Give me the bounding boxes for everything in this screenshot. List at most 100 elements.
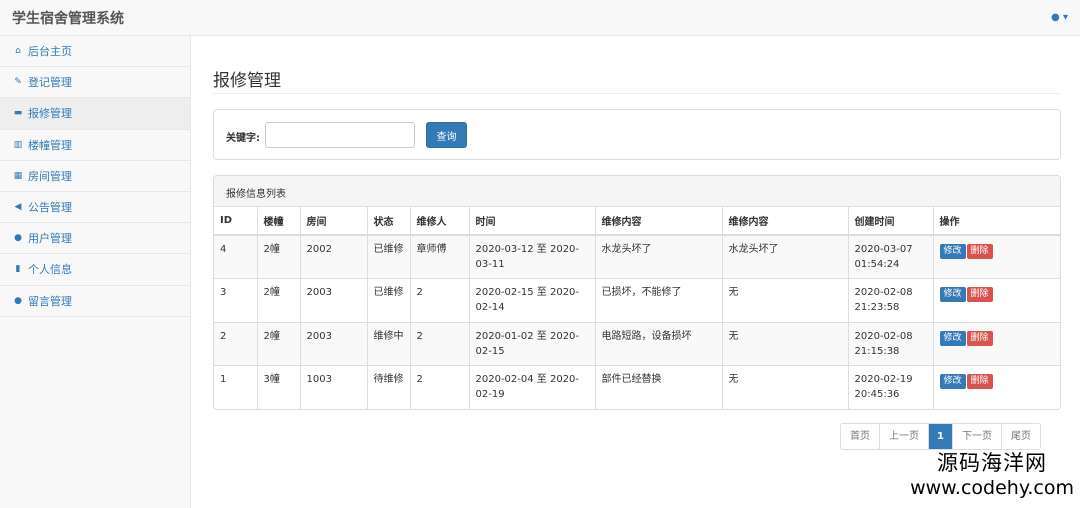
bullhorn-icon: ◀ [14,202,22,213]
cell-created: 2020-02-08 21:23:58 [848,278,934,322]
cell-room: 1003 [300,365,368,409]
cell-time: 2020-02-15 至 2020-02-14 [469,278,596,322]
prev-page-button[interactable]: 上一页 [880,424,929,449]
cell-status: 待维修 [367,365,411,409]
cell-content: 部件已经替换 [595,365,723,409]
first-page-button[interactable]: 首页 [841,424,880,449]
repair-table: ID 楼幢 房间 状态 维修人 时间 维修内容 维修内容 创建时间 操作 4 2幢 2002 已维修 章师… [214,207,1060,409]
cell-repairer: 2 [410,365,470,409]
sidebar-item[interactable]: ✎ 登记管理 [0,67,190,99]
panel-heading: 报修信息列表 [214,176,1060,207]
cell-room: 2003 [300,321,368,366]
cell-content2: 无 [722,365,849,409]
briefcase-icon: ▬ [13,108,23,119]
sidebar-item[interactable]: ⌂ 后台主页 [0,36,190,68]
sidebar-item[interactable]: ◀ 公告管理 [0,192,190,224]
delete-button[interactable]: 删除 [966,244,993,259]
query-button[interactable]: 查询 [426,122,467,148]
cell-building: 2幢 [257,234,301,279]
building-icon: ▥ [13,139,23,150]
sidebar-item-label: 公告管理 [28,201,72,215]
cell-content: 电路短路，设备损坏 [595,321,723,366]
top-navbar: 学生宿舍管理系统 ● ▾ [0,0,1080,36]
cell-content: 已损坏，不能修了 [595,278,723,322]
column-header: 维修人 [410,207,470,236]
table-row: 1 3幢 1003 待维修 2 2020-02-04 至 2020-02-19 部件已经替换… [214,365,1060,409]
table-header-row: ID 楼幢 房间 状态 维修人 时间 维修内容 维修内容 创建时间 操作 [214,207,1060,236]
cell-time: 2020-01-02 至 2020-02-15 [469,321,596,366]
cell-repairer: 章师傅 [410,234,470,279]
cell-actions: 修改 删除 [933,234,1060,279]
edit-button[interactable]: 修改 [939,244,966,259]
caret-down-icon: ▾ [1062,12,1068,23]
watermark: 源码海洋网 www.codehy.com [910,450,1074,500]
column-header: 房间 [300,207,368,236]
last-page-button[interactable]: 尾页 [1001,424,1040,449]
cell-status: 已维修 [367,234,411,279]
cell-content2: 水龙头坏了 [722,234,849,279]
edit-button[interactable]: 修改 [939,330,966,346]
cell-repairer: 2 [410,321,470,366]
cell-id: 1 [214,365,258,409]
column-header: 创建时间 [848,207,934,236]
cell-id: 3 [214,278,258,322]
watermark-en: www.codehy.com [910,477,1074,499]
pagination: 首页 上一页 1 下一页 尾页 [840,423,1041,450]
next-page-button[interactable]: 下一页 [952,424,1002,449]
edit-button[interactable]: 修改 [939,374,966,389]
comment-icon: ● [14,295,22,306]
user-icon: ● [14,233,22,244]
cell-building: 3幢 [257,365,301,409]
delete-button[interactable]: 删除 [966,374,993,389]
cell-room: 2002 [300,234,368,279]
cell-created: 2020-03-07 01:54:24 [848,234,934,279]
sidebar-item[interactable]: ▥ 楼幢管理 [0,130,190,161]
cell-time: 2020-02-04 至 2020-02-19 [469,365,596,409]
pencil-icon: ✎ [14,77,22,88]
table-row: 4 2幢 2002 已维修 章师傅 2020-03-12 至 2020-03-11 水龙头坏… [214,234,1060,279]
sidebar-item[interactable]: ▦ 房间管理 [0,161,190,192]
cell-content2: 无 [722,278,849,322]
home-icon: ⌂ [15,46,21,57]
app-title[interactable]: 学生宿舍管理系统 [12,8,124,28]
sidebar-item[interactable]: ● 留言管理 [0,286,190,317]
keyword-label: 关键字: [226,133,260,144]
cell-room: 2003 [300,278,368,322]
sidebar: ⌂ 后台主页 ✎ 登记管理 ▬ 报修管理 ▥ 楼幢管理 ▦ 房间管理 ◀ 公告管理 ● 用户管理 ▮ 个人信息… [0,36,191,508]
title-divider [213,93,1061,94]
user-icon: ● [1051,12,1060,23]
cell-created: 2020-02-19 20:45:36 [848,365,934,409]
current-page-button[interactable]: 1 [929,424,953,449]
delete-button[interactable]: 删除 [966,330,993,346]
sidebar-item[interactable]: ● 用户管理 [0,223,190,255]
table-body: 4 2幢 2002 已维修 章师傅 2020-03-12 至 2020-03-11 水龙头坏… [214,234,1060,409]
keyword-input[interactable] [265,122,415,148]
column-header: ID [214,207,258,236]
repair-list-panel: 报修信息列表 ID 楼幢 房间 状态 维修人 时间 维修内容 维修内容 创建时间 操作 4 2幢 20… [213,175,1061,410]
cell-id: 4 [214,234,258,279]
edit-button[interactable]: 修改 [939,287,966,302]
sidebar-item-label: 留言管理 [28,294,72,308]
delete-button[interactable]: 删除 [966,287,993,302]
sidebar-item-label: 后台主页 [28,45,72,59]
calculator-icon: ▦ [13,170,23,181]
column-header: 维修内容 [722,207,849,236]
column-header: 操作 [933,207,1060,236]
cell-actions: 修改 删除 [933,321,1060,366]
cell-repairer: 2 [410,278,470,322]
column-header: 时间 [469,207,596,236]
cell-content: 水龙头坏了 [595,234,723,279]
sidebar-item-label: 报修管理 [28,107,72,121]
cell-building: 2幢 [257,321,301,366]
page-title: 报修管理 [213,71,281,91]
bookmark-icon: ▮ [15,264,21,275]
sidebar-item[interactable]: ▮ 个人信息 [0,254,190,286]
user-menu-dropdown[interactable]: ● ▾ [1051,12,1068,23]
column-header: 楼幢 [257,207,301,236]
cell-id: 2 [214,321,258,366]
sidebar-item-label: 个人信息 [28,263,72,277]
cell-time: 2020-03-12 至 2020-03-11 [469,234,596,279]
cell-status: 已维修 [367,278,411,322]
table-row: 3 2幢 2003 已维修 2 2020-02-15 至 2020-02-14 已损坏，不能… [214,278,1060,322]
sidebar-item[interactable]: ▬ 报修管理 [0,98,190,130]
